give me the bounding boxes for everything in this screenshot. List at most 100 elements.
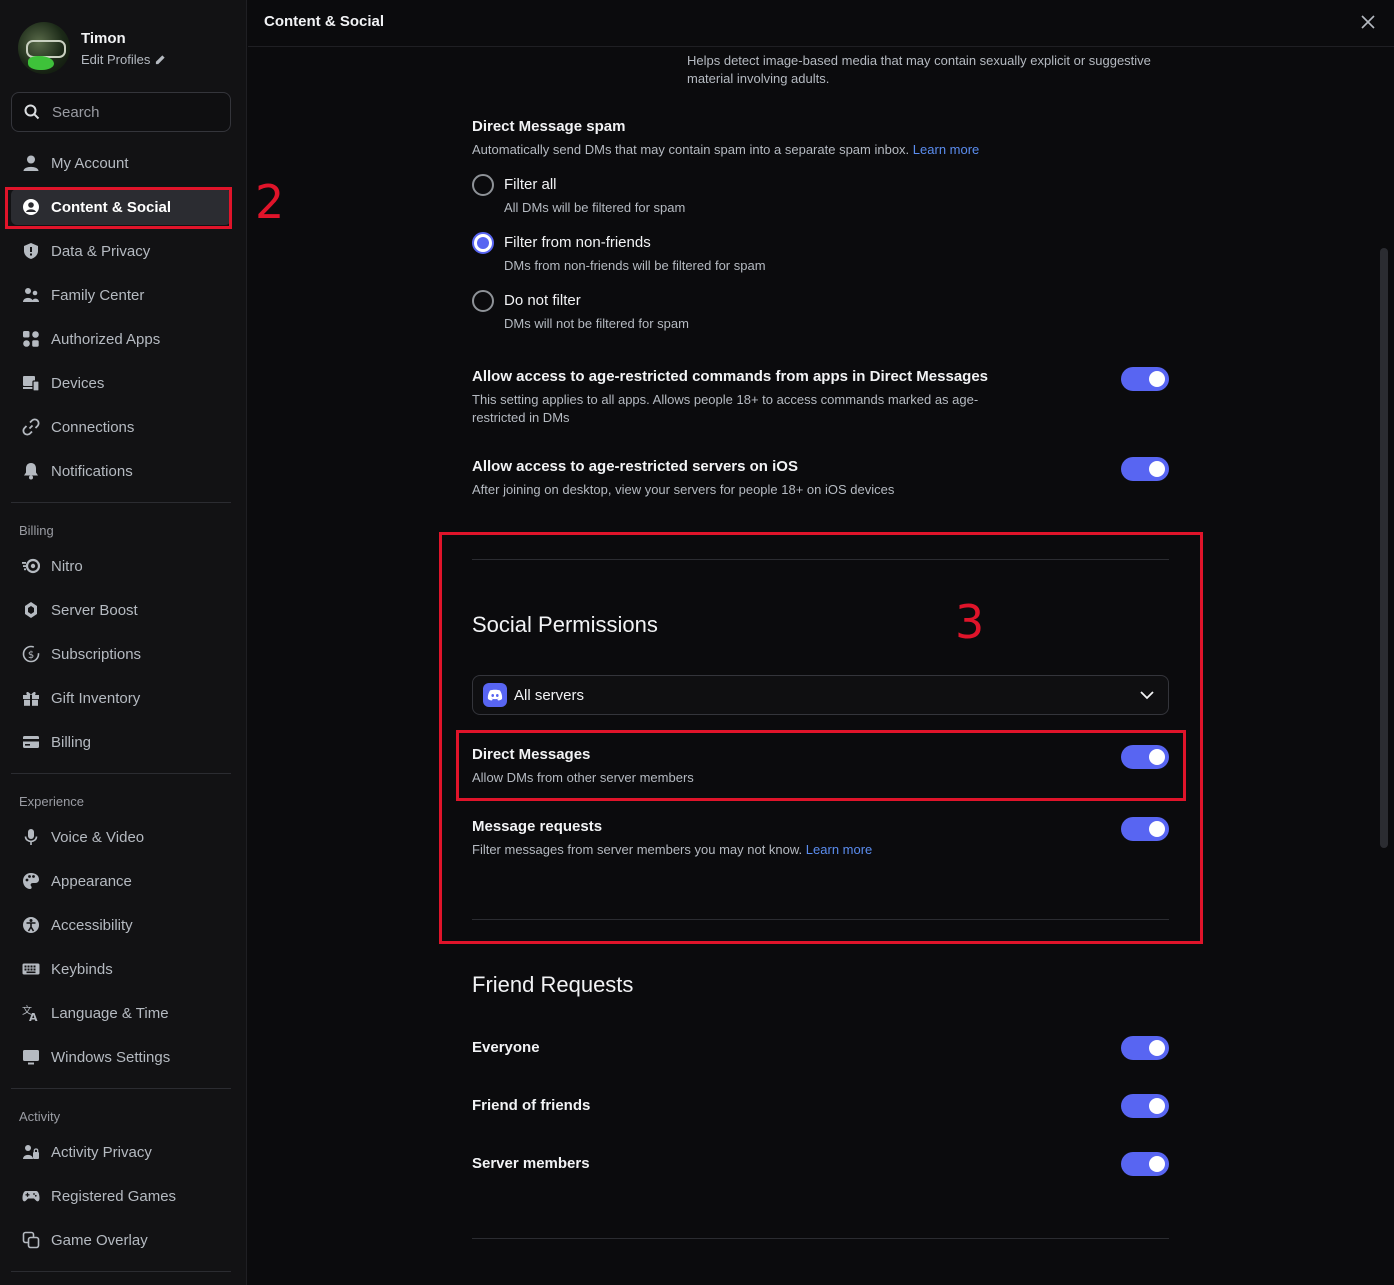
sidebar-item-label: Windows Settings <box>51 1048 171 1066</box>
sidebar-item-appearance[interactable]: Appearance <box>11 863 231 899</box>
age-commands-title: Allow access to age-restricted commands … <box>472 368 989 385</box>
radio-filter-all-desc: All DMs will be filtered for spam <box>504 200 686 215</box>
annotation-box-content-social <box>5 187 232 229</box>
sidebar-item-label: Language & Time <box>51 1004 169 1022</box>
sidebar-item-billing[interactable]: Billing <box>11 724 231 760</box>
card-icon <box>21 732 41 752</box>
sidebar-item-notifications[interactable]: Notifications <box>11 453 231 489</box>
search-placeholder: Search <box>52 103 100 121</box>
sidebar-item-devices[interactable]: Devices <box>11 365 231 401</box>
sidebar-divider <box>11 502 231 503</box>
sidebar-item-registered-games[interactable]: Registered Games <box>11 1178 231 1214</box>
sidebar-item-connections[interactable]: Connections <box>11 409 231 445</box>
friend-request-server-members-label: Server members <box>472 1155 590 1172</box>
radio-filter-non-friends-desc: DMs from non-friends will be filtered fo… <box>504 258 766 273</box>
sidebar-item-label: My Account <box>51 154 129 172</box>
sidebar-item-nitro[interactable]: Nitro <box>11 548 231 584</box>
section-label-experience: Experience <box>19 794 85 809</box>
nitro-icon <box>21 556 41 576</box>
sidebar-item-label: Family Center <box>51 286 145 304</box>
edit-profiles-link[interactable]: Edit Profiles <box>81 52 166 67</box>
close-icon <box>1361 15 1375 29</box>
accessibility-icon <box>21 915 41 935</box>
language-icon: 文A <box>21 1003 41 1023</box>
radio-filter-non-friends[interactable] <box>472 232 494 254</box>
edit-profiles-label: Edit Profiles <box>81 51 151 67</box>
friend-request-everyone-label: Everyone <box>472 1039 540 1056</box>
age-commands-desc: This setting applies to all apps. Allows… <box>472 392 979 425</box>
profile-card[interactable]: Timon Edit Profiles <box>18 22 166 74</box>
sidebar-item-label: Activity Privacy <box>51 1143 152 1161</box>
sidebar-item-keybinds[interactable]: Keybinds <box>11 951 231 987</box>
sidebar-item-game-overlay[interactable]: Game Overlay <box>11 1222 231 1258</box>
sidebar-divider <box>11 1088 231 1089</box>
age-servers-title: Allow access to age-restricted servers o… <box>472 458 798 475</box>
bell-icon <box>21 461 41 481</box>
friend-request-server-members-toggle[interactable] <box>1121 1152 1169 1176</box>
overlay-icon <box>21 1230 41 1250</box>
sidebar-divider <box>11 773 231 774</box>
sidebar-item-label: Nitro <box>51 557 83 575</box>
section-label-billing: Billing <box>19 523 54 538</box>
close-button[interactable] <box>1358 12 1378 32</box>
age-servers-toggle[interactable] <box>1121 457 1169 481</box>
section-label-activity: Activity <box>19 1109 61 1124</box>
friend-request-everyone-toggle[interactable] <box>1121 1036 1169 1060</box>
link-icon <box>21 417 41 437</box>
avatar[interactable] <box>18 22 70 74</box>
sidebar-item-label: Appearance <box>51 872 132 890</box>
palette-icon <box>21 871 41 891</box>
sidebar-item-label: Billing <box>51 733 92 751</box>
sidebar-item-my-account[interactable]: My Account <box>11 145 231 181</box>
search-icon <box>24 104 40 120</box>
friend-requests-title: Friend Requests <box>472 972 634 997</box>
sidebar-item-authorized-apps[interactable]: Authorized Apps <box>11 321 231 357</box>
sidebar-item-subscriptions[interactable]: $ Subscriptions <box>11 636 231 672</box>
section-divider <box>472 1238 1169 1239</box>
dm-spam-learn-more-link[interactable]: Learn more <box>913 142 979 157</box>
sidebar-item-label: Registered Games <box>51 1187 177 1205</box>
sidebar-item-gift-inventory[interactable]: Gift Inventory <box>11 680 231 716</box>
sidebar-item-activity-privacy[interactable]: Activity Privacy <box>11 1134 231 1170</box>
annotation-box-direct-messages <box>456 730 1186 801</box>
sidebar-item-label: Server Boost <box>51 601 138 619</box>
activity-icon <box>21 1142 41 1162</box>
radio-filter-non-friends-label[interactable]: Filter from non-friends <box>504 234 651 251</box>
sidebar-item-accessibility[interactable]: Accessibility <box>11 907 231 943</box>
keyboard-icon <box>21 959 41 979</box>
pencil-icon <box>156 54 165 64</box>
age-servers-desc: After joining on desktop, view your serv… <box>472 482 895 497</box>
apps-icon <box>21 329 41 349</box>
mic-icon <box>21 827 41 847</box>
sidebar-item-voice-video[interactable]: Voice & Video <box>11 819 231 855</box>
svg-text:$: $ <box>28 650 34 661</box>
sidebar-item-label: Devices <box>51 374 105 392</box>
age-commands-toggle[interactable] <box>1121 367 1169 391</box>
gift-icon <box>21 688 41 708</box>
subscriptions-icon: $ <box>21 644 41 664</box>
gamepad-icon <box>21 1186 41 1206</box>
page-title: Content & Social <box>264 13 385 30</box>
radio-do-not-filter-label[interactable]: Do not filter <box>504 292 581 309</box>
boost-icon <box>21 600 41 620</box>
radio-filter-all[interactable] <box>472 174 494 196</box>
svg-text:A: A <box>29 1011 38 1022</box>
search-input[interactable]: Search <box>11 92 231 132</box>
sidebar-item-windows-settings[interactable]: Windows Settings <box>11 1039 231 1075</box>
friend-request-fof-toggle[interactable] <box>1121 1094 1169 1118</box>
sidebar-item-family-center[interactable]: Family Center <box>11 277 231 313</box>
sidebar-divider <box>11 1271 231 1272</box>
sidebar-item-server-boost[interactable]: Server Boost <box>11 592 231 628</box>
content-scrollbar[interactable] <box>1380 248 1388 848</box>
family-icon <box>21 285 41 305</box>
sidebar-item-label: Notifications <box>51 462 133 480</box>
radio-filter-all-label[interactable]: Filter all <box>504 176 557 193</box>
radio-do-not-filter[interactable] <box>472 290 494 312</box>
sidebar-item-label: Game Overlay <box>51 1231 148 1249</box>
sidebar-item-data-privacy[interactable]: Data & Privacy <box>11 233 231 269</box>
sidebar-item-label: Data & Privacy <box>51 242 151 260</box>
sidebar-item-label: Gift Inventory <box>51 689 141 707</box>
sidebar-item-label: Keybinds <box>51 960 113 978</box>
sidebar-item-language-time[interactable]: 文A Language & Time <box>11 995 231 1031</box>
profile-name: Timon <box>81 29 126 47</box>
